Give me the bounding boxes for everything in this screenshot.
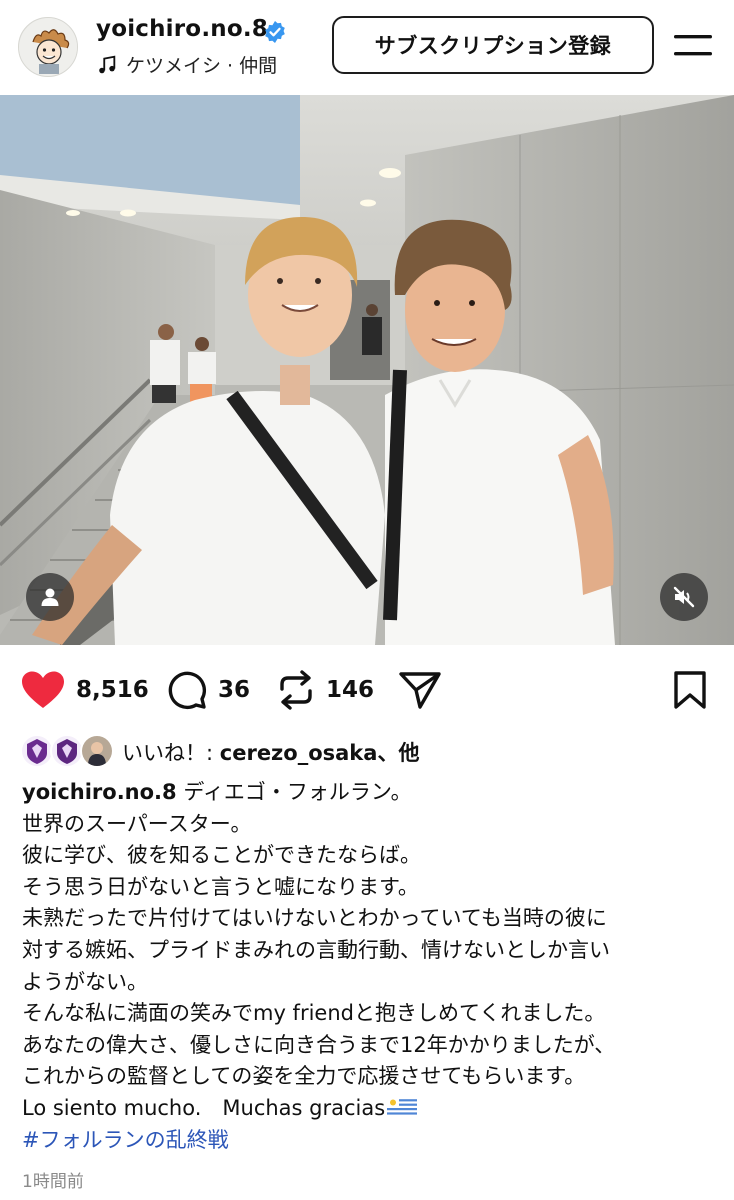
caption-line: あなたの偉大さ、優しさに向き合うまで12年かかりましたが、 <box>22 1032 616 1057</box>
bookmark-icon <box>674 671 706 709</box>
post-timestamp: 1時間前 <box>22 1172 84 1192</box>
caption-line: 世界のスーパースター。 <box>22 811 252 836</box>
repost-count: 146 <box>326 677 375 703</box>
liker-avatars <box>20 733 116 771</box>
mute-button[interactable] <box>660 573 708 621</box>
liker-avatar <box>50 734 84 768</box>
user-tag-icon <box>41 588 59 606</box>
liked-by-text: いいね！: cerezo_osaka、他 <box>122 737 419 767</box>
caption-line: ようがない。 <box>22 969 148 994</box>
caption-owner[interactable]: yoichiro.no.8 <box>22 780 177 804</box>
caption-line: 彼に学び、彼を知ることができたならば。 <box>22 843 421 868</box>
like-count: 8,516 <box>76 677 149 703</box>
repost-button[interactable]: 146 <box>276 660 374 720</box>
comment-bubble-icon <box>168 671 207 710</box>
post-photo[interactable] <box>0 95 734 645</box>
post-caption: yoichiro.no.8 ディエゴ・フォルラン。 世界のスーパースター。 彼に… <box>22 777 722 1156</box>
profile-avatar[interactable] <box>18 17 78 77</box>
share-button[interactable] <box>398 660 442 720</box>
caption-first-line: ディエゴ・フォルラン。 <box>176 780 412 804</box>
liked-by-user[interactable]: cerezo_osaka <box>220 741 378 765</box>
hashtag-link[interactable]: #フォルランの乱終戦 <box>22 1125 722 1157</box>
verified-badge-icon <box>265 21 285 43</box>
liker-avatar <box>80 734 114 768</box>
comment-count: 36 <box>218 677 251 703</box>
repost-icon <box>280 670 312 710</box>
caption-line: Lo siento mucho. Muchas gracias <box>22 1093 722 1125</box>
paper-plane-icon <box>399 672 441 709</box>
post-header: yoichiro.no.8 ケツメイシ · 仲間 サブスクリプション登録 <box>0 0 734 92</box>
caption-last-line: Lo siento mucho. Muchas gracias <box>22 1095 386 1120</box>
caption-line: 対する嫉妬、プライドまみれの言動行動、情けないとしか言い <box>22 937 610 962</box>
caption-line: そんな私に満面の笑みでmy friendと抱きしめてくれました。 <box>22 1001 606 1026</box>
photo-scene <box>0 95 734 645</box>
liked-by-prefix: いいね！: <box>122 741 220 765</box>
caption-line: 未熟だったで片付けてはいけないとわかっていても当時の彼に <box>22 906 607 931</box>
heart-icon <box>22 671 64 708</box>
caption-line: yoichiro.no.8 ディエゴ・フォルラン。 <box>22 777 722 809</box>
music-note-icon <box>99 55 116 73</box>
menu-icon[interactable] <box>672 32 714 58</box>
caption-line: これからの監督としての姿を全力で応援させてもらいます。 <box>22 1064 586 1089</box>
liked-by-row[interactable]: いいね！: cerezo_osaka、他 <box>20 732 419 772</box>
user-tag-button[interactable] <box>26 573 74 621</box>
caption-line: そう思う日がないと言うと嘘になります。 <box>22 874 419 899</box>
action-bar: 8,516 36 146 <box>0 660 734 720</box>
comment-button[interactable]: 36 <box>166 660 250 720</box>
uruguay-flag-icon <box>387 1096 418 1117</box>
music-label: ケツメイシ · 仲間 <box>126 55 278 77</box>
username[interactable]: yoichiro.no.8 <box>96 16 268 42</box>
music-info[interactable]: ケツメイシ · 仲間 <box>96 51 277 78</box>
save-button[interactable] <box>670 660 710 720</box>
subscribe-button[interactable]: サブスクリプション登録 <box>332 16 654 74</box>
liker-avatar <box>20 734 54 768</box>
liked-by-suffix: 、他 <box>377 741 420 765</box>
like-button[interactable]: 8,516 <box>20 660 149 720</box>
muted-speaker-icon <box>673 586 695 608</box>
